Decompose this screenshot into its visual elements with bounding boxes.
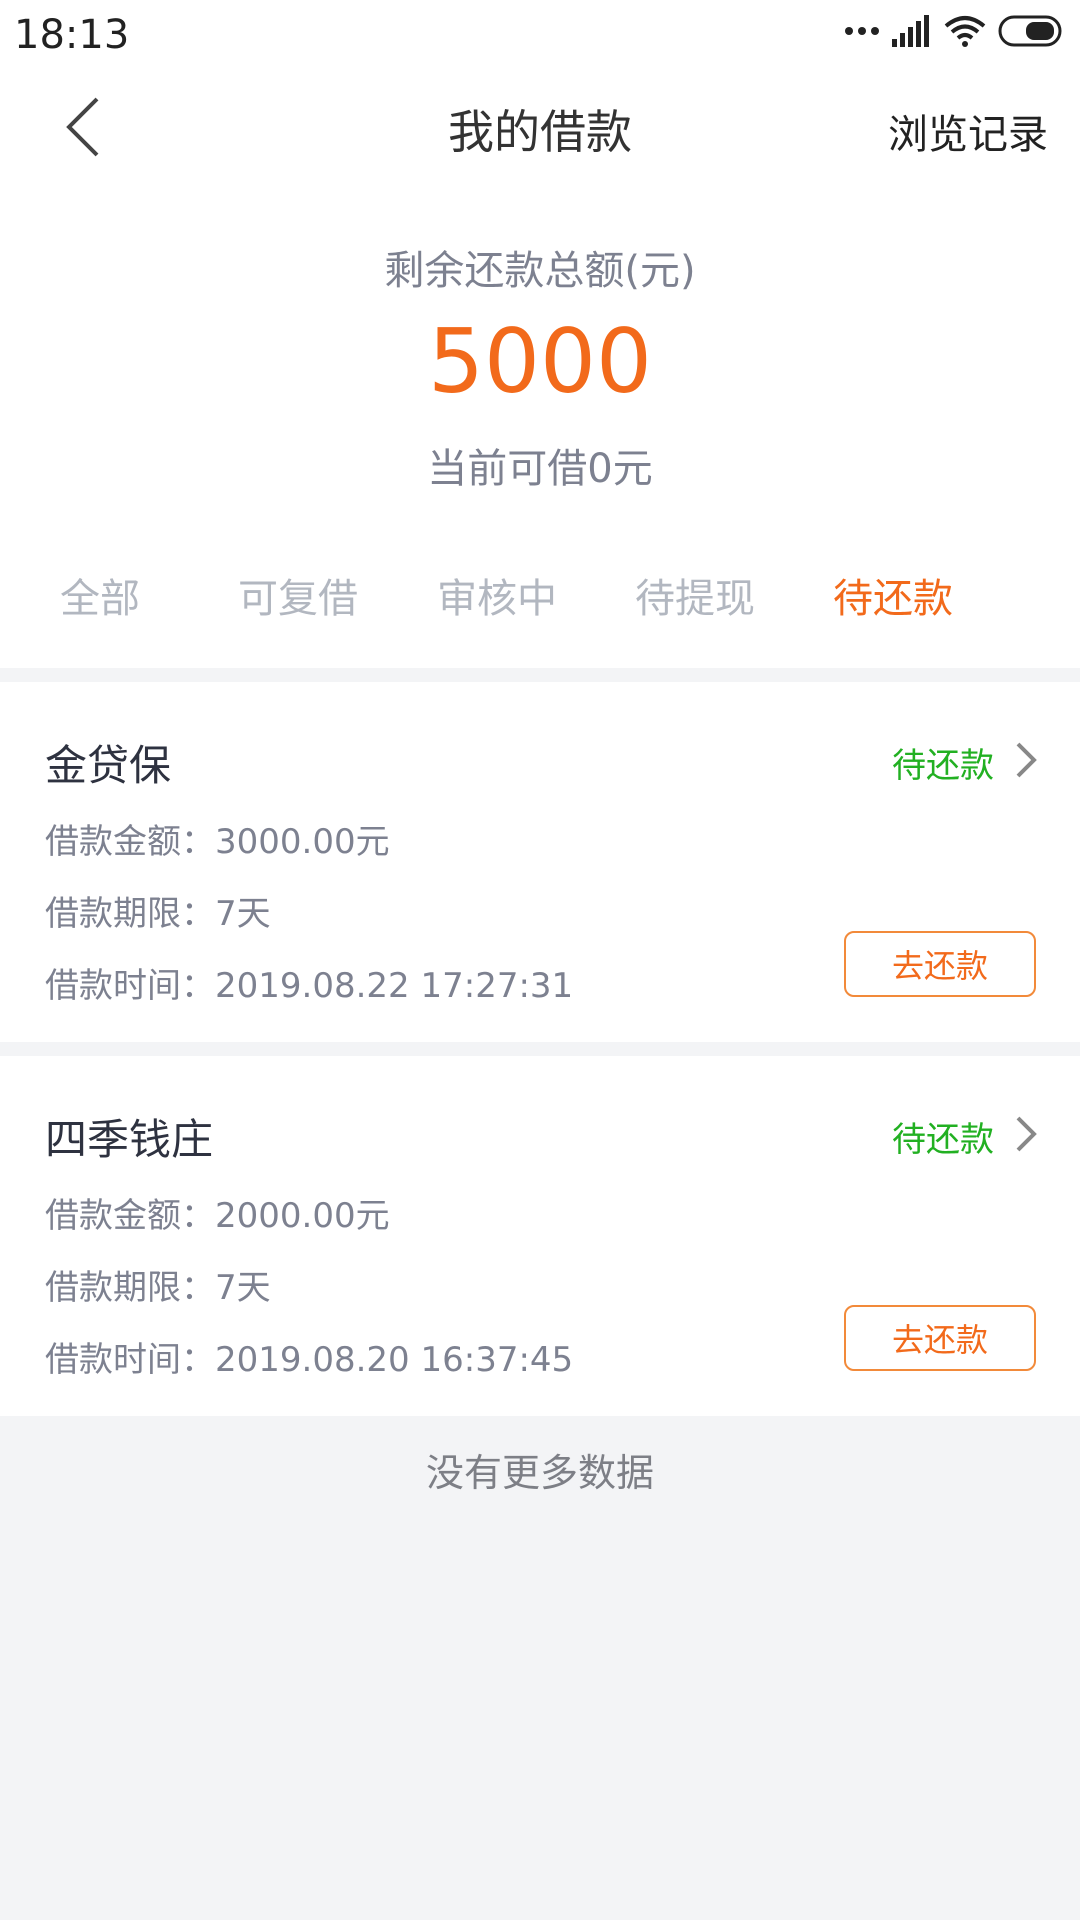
lender-name: 四季钱庄 xyxy=(45,1115,214,1164)
repay-button[interactable]: 去还款 xyxy=(844,931,1036,997)
tab-pending-withdrawal[interactable]: 待提现 xyxy=(635,566,755,624)
more-dots-icon xyxy=(845,27,879,35)
chevron-right-icon xyxy=(1016,742,1037,778)
available-credit-text: 当前可借0元 xyxy=(427,446,653,492)
tab-all[interactable]: 全部 xyxy=(60,566,140,624)
tab-under-review[interactable]: 审核中 xyxy=(437,566,557,624)
tab-pending-repayment[interactable]: 待还款 xyxy=(833,566,953,624)
loan-status: 待还款 xyxy=(892,1120,994,1160)
loan-card[interactable]: 四季钱庄 待还款 借款金额：2000.00元 借款期限：7天 借款时间：2019… xyxy=(0,1056,1080,1416)
battery-icon xyxy=(998,15,1062,47)
loan-status: 待还款 xyxy=(892,746,994,786)
wifi-icon xyxy=(944,16,986,47)
loan-term: 借款期限：7天 xyxy=(45,894,271,934)
loan-amount: 借款金额：2000.00元 xyxy=(45,1196,390,1236)
status-icons xyxy=(844,14,1066,48)
chevron-right-icon xyxy=(1016,1116,1037,1152)
nav-bar: 我的借款 浏览记录 xyxy=(0,70,1080,180)
remaining-total-amount: 5000 xyxy=(428,310,652,413)
loan-term: 借款期限：7天 xyxy=(45,1268,271,1308)
remaining-total-label: 剩余还款总额(元) xyxy=(384,248,696,294)
loan-time: 借款时间：2019.08.20 16:37:45 xyxy=(45,1340,574,1380)
loan-amount: 借款金额：3000.00元 xyxy=(45,822,390,862)
status-time: 18:13 xyxy=(14,12,130,58)
browse-history-link[interactable]: 浏览记录 xyxy=(888,102,1048,160)
header-area: 18:13 我的借款 浏览记录 剩余还款总额(元) 5000 当前可借0元 全部… xyxy=(0,0,1080,668)
divider xyxy=(0,668,1080,682)
repay-button[interactable]: 去还款 xyxy=(844,1305,1036,1371)
signal-icon xyxy=(892,15,929,47)
status-tabs: 全部 可复借 审核中 待提现 待还款 xyxy=(0,540,1080,668)
divider xyxy=(0,1042,1080,1056)
loan-time: 借款时间：2019.08.22 17:27:31 xyxy=(45,966,574,1006)
repayment-summary: 剩余还款总额(元) 5000 当前可借0元 xyxy=(0,180,1080,540)
tab-reborrowable[interactable]: 可复借 xyxy=(238,566,358,624)
loan-card[interactable]: 金贷保 待还款 借款金额：3000.00元 借款期限：7天 借款时间：2019.… xyxy=(0,682,1080,1042)
no-more-data-text: 没有更多数据 xyxy=(425,1451,654,1495)
lender-name: 金贷保 xyxy=(45,741,172,790)
status-bar: 18:13 xyxy=(0,0,1080,70)
